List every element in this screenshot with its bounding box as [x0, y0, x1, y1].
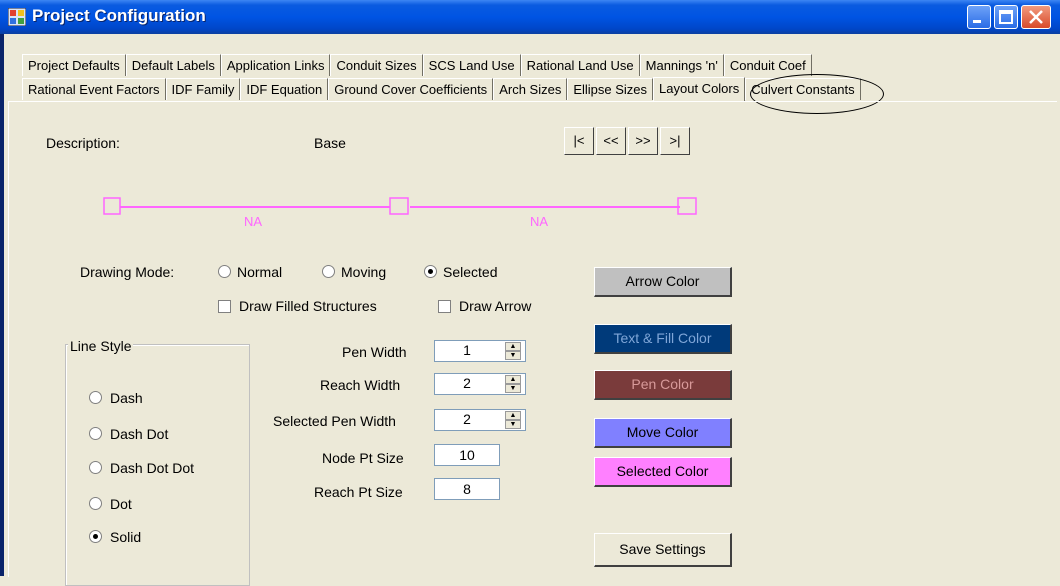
spin-down-icon[interactable]: ▼: [505, 384, 521, 393]
spin-down-icon[interactable]: ▼: [505, 351, 521, 360]
pen-width-spinner[interactable]: 1 ▲ ▼: [434, 340, 526, 362]
drawing-mode-selected-radio[interactable]: [424, 265, 437, 278]
tab-culvert-constants[interactable]: Culvert Constants: [745, 78, 861, 100]
drawing-mode-moving-label: Moving: [341, 264, 387, 280]
draw-filled-checkbox[interactable]: [218, 300, 231, 313]
line-style-dash-label: Dash: [110, 390, 143, 406]
line-style-dash-dot-label: Dash Dot: [110, 426, 169, 442]
node-pt-size-input[interactable]: 10: [434, 444, 500, 466]
drawing-mode-moving-radio[interactable]: [322, 265, 335, 278]
draw-filled-label: Draw Filled Structures: [239, 298, 377, 314]
selected-pen-width-value: 2: [463, 411, 471, 427]
tab-idf-equation[interactable]: IDF Equation: [240, 78, 329, 100]
tab-row-1: Project Defaults Default Labels Applicat…: [22, 54, 812, 78]
line-style-title: Line Style: [68, 338, 134, 354]
line-style-dash-radio[interactable]: [89, 391, 102, 404]
close-button[interactable]: [1021, 5, 1051, 29]
pen-color-button[interactable]: Pen Color: [594, 370, 732, 400]
line-style-solid-label: Solid: [110, 529, 142, 545]
selected-pen-width-label: Selected Pen Width: [273, 413, 396, 429]
text-fill-color-button[interactable]: Text & Fill Color: [594, 324, 732, 354]
reach-label-2: NA: [530, 214, 549, 229]
tab-layout-colors[interactable]: Layout Colors: [653, 77, 746, 101]
draw-arrow-label: Draw Arrow: [459, 298, 532, 314]
save-settings-button[interactable]: Save Settings: [594, 533, 732, 567]
minimize-button[interactable]: [967, 5, 991, 29]
description-value: Base: [314, 135, 346, 151]
app-icon: [7, 7, 27, 27]
description-label: Description:: [46, 135, 120, 151]
tab-conduit-coef[interactable]: Conduit Coef: [723, 54, 812, 76]
tab-conduit-sizes[interactable]: Conduit Sizes: [330, 54, 423, 76]
tab-scs-land-use[interactable]: SCS Land Use: [422, 54, 521, 76]
node-marker: [103, 197, 121, 215]
nav-prev-button[interactable]: <<: [596, 127, 626, 155]
line-style-solid-radio[interactable]: [89, 530, 102, 543]
nav-next-button[interactable]: >>: [628, 127, 658, 155]
reach-pt-size-input[interactable]: 8: [434, 478, 500, 500]
nav-first-button[interactable]: |<: [564, 127, 594, 155]
selected-pen-width-spinner[interactable]: 2 ▲ ▼: [434, 409, 526, 431]
window-title: Project Configuration: [32, 6, 206, 25]
pen-width-label: Pen Width: [342, 344, 407, 360]
reach-pt-size-label: Reach Pt Size: [314, 484, 403, 500]
node-marker: [677, 197, 697, 215]
drawing-mode-selected-label: Selected: [443, 264, 498, 280]
node-marker: [389, 197, 409, 215]
spin-up-icon[interactable]: ▲: [505, 411, 521, 420]
reach-label-1: NA: [244, 214, 263, 229]
arrow-color-button[interactable]: Arrow Color: [594, 267, 732, 297]
selected-color-button[interactable]: Selected Color: [594, 457, 732, 487]
nav-last-button[interactable]: >|: [660, 127, 690, 155]
spin-up-icon[interactable]: ▲: [505, 342, 521, 351]
line-style-dot-label: Dot: [110, 496, 132, 512]
drawing-mode-normal-label: Normal: [237, 264, 283, 280]
line-style-dash-dot-dot-label: Dash Dot Dot: [110, 460, 195, 476]
tab-idf-family[interactable]: IDF Family: [165, 78, 241, 100]
line-style-dash-dot-radio[interactable]: [89, 427, 102, 440]
maximize-button[interactable]: [994, 5, 1018, 29]
tab-ground-cover-coefficients[interactable]: Ground Cover Coefficients: [328, 78, 494, 100]
tab-rational-event-factors[interactable]: Rational Event Factors: [22, 78, 166, 100]
draw-arrow-checkbox[interactable]: [438, 300, 451, 313]
spin-down-icon[interactable]: ▼: [505, 420, 521, 429]
node-pt-size-label: Node Pt Size: [322, 450, 404, 466]
drawing-mode-label: Drawing Mode:: [80, 264, 175, 280]
tab-default-labels[interactable]: Default Labels: [125, 54, 221, 76]
layout-preview: [103, 197, 697, 215]
tab-rational-land-use[interactable]: Rational Land Use: [520, 54, 640, 76]
pen-width-value: 1: [463, 342, 471, 358]
drawing-mode-normal-radio[interactable]: [218, 265, 231, 278]
line-style-dash-dot-dot-radio[interactable]: [89, 461, 102, 474]
move-color-button[interactable]: Move Color: [594, 418, 732, 448]
spin-up-icon[interactable]: ▲: [505, 375, 521, 384]
title-bar: Project Configuration: [0, 0, 1060, 34]
reach-width-label: Reach Width: [320, 377, 401, 393]
tab-application-links[interactable]: Application Links: [220, 54, 331, 76]
reach-width-value: 2: [463, 375, 471, 391]
tab-arch-sizes[interactable]: Arch Sizes: [493, 78, 568, 100]
tab-row-2: Rational Event Factors IDF Family IDF Eq…: [22, 77, 861, 102]
tab-ellipse-sizes[interactable]: Ellipse Sizes: [567, 78, 654, 100]
line-style-dot-radio[interactable]: [89, 497, 102, 510]
tab-project-defaults[interactable]: Project Defaults: [22, 54, 126, 76]
reach-width-spinner[interactable]: 2 ▲ ▼: [434, 373, 526, 395]
tab-mannings-n[interactable]: Mannings 'n': [639, 54, 724, 76]
